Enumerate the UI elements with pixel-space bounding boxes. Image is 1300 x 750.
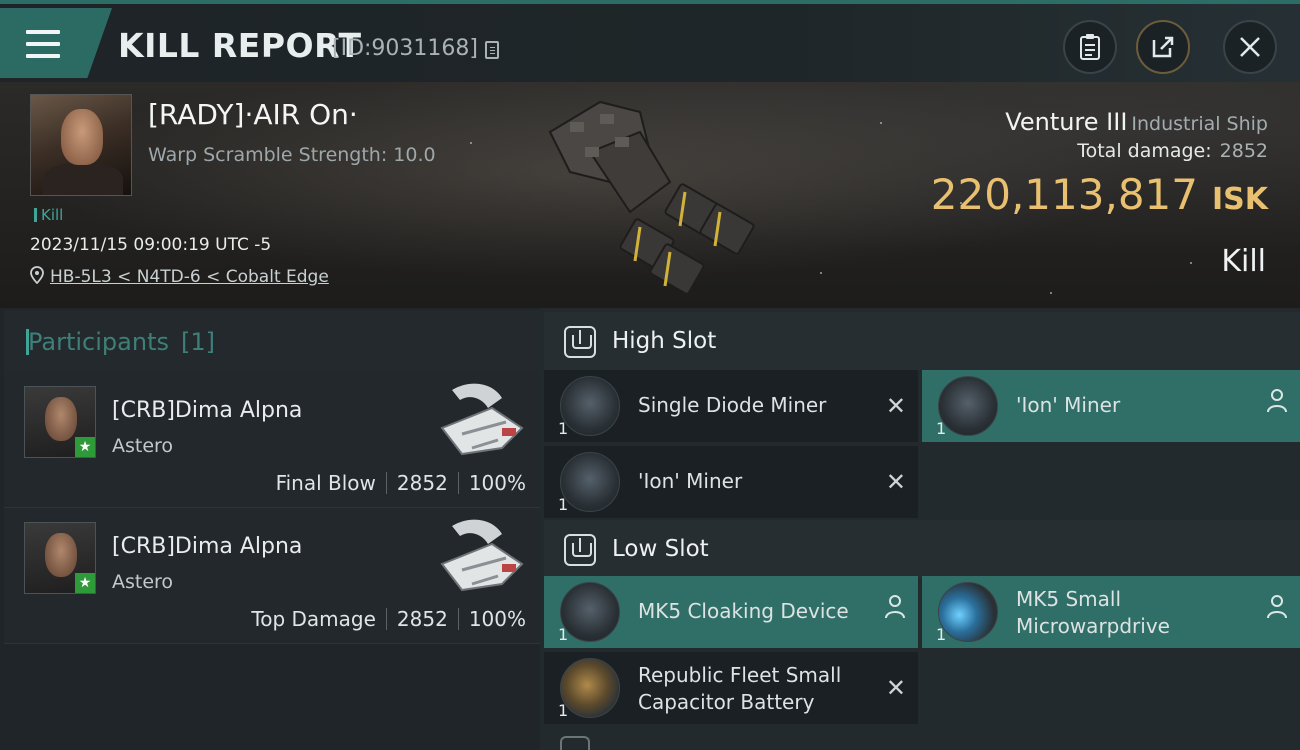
miner-module-icon [560,452,620,512]
clipboard-icon [1080,34,1100,60]
module-item[interactable]: 1 'Ion' Miner [922,370,1300,442]
isk-value: 220,113,817 ISK [931,170,1268,219]
miner-module-icon [938,376,998,436]
participant-stats: Final Blow 2852 100% [276,471,526,495]
participant-percent: 100% [468,607,526,631]
hamburger-icon [26,30,60,58]
low-slot-label: Low Slot [612,536,709,562]
star-icon: ★ [75,573,95,593]
cloaking-device-icon [560,582,620,642]
location-link[interactable]: HB-5L3 < N4TD-6 < Cobalt Edge [50,267,329,287]
participants-title: Participants [1] [26,328,215,356]
close-icon [1240,37,1260,57]
participant-avatar[interactable]: ★ [24,522,96,594]
participant-ship-icon [440,519,524,592]
module-item[interactable]: 1 Single Diode Miner ✕ [544,370,918,442]
top-bar: KILL REPORT [ID:9031168] [0,0,1300,82]
participant-avatar[interactable]: ★ [24,386,96,458]
participants-count: [1] [180,328,215,356]
module-name: 'Ion' Miner [638,469,743,493]
ship-class: Industrial Ship [1131,113,1268,135]
kill-location[interactable]: HB-5L3 < N4TD-6 < Cobalt Edge [30,266,329,287]
kill-datetime: 2023/11/15 09:00:19 UTC -5 [30,235,272,255]
mid-slot-icon [560,736,590,750]
module-item[interactable]: 1 MK5 Small Microwarpdrive [922,576,1300,648]
capacitor-battery-icon [560,658,620,718]
participant-row[interactable]: ★ [CRB]Dima Alpna Astero Final Blow 2852 1… [4,372,540,508]
kill-result: Kill [1221,244,1266,279]
victim-name[interactable]: [RADY]·AIR On· [148,98,358,131]
participant-row[interactable]: ★ [CRB]Dima Alpna Astero Top Damage 2852 1… [4,508,540,644]
low-slot-icon [564,534,596,566]
miner-module-icon [560,376,620,436]
total-damage-value: 2852 [1219,140,1268,162]
victim-ship-image [548,100,755,295]
microwarpdrive-icon [938,582,998,642]
share-button[interactable] [1136,20,1190,74]
destroyed-icon: ✕ [885,468,906,496]
location-pin-icon [30,266,44,285]
victim-avatar[interactable] [30,94,132,196]
kill-tag: Kill [34,206,63,224]
participant-ship: Astero [112,435,174,457]
module-quantity: 1 [936,625,947,644]
close-button[interactable] [1223,20,1277,74]
low-slot-header: Low Slot [544,520,1300,578]
module-quantity: 1 [558,495,569,514]
participant-ship-icon [440,383,524,456]
participant-name: [CRB]Dima Alpna [112,398,303,423]
module-item[interactable]: 1 'Ion' Miner ✕ [544,446,918,518]
total-damage-label: Total damage: [1077,140,1212,162]
participant-role: Final Blow [275,471,376,495]
module-name: MK5 Cloaking Device [638,599,849,623]
report-id: [ID:9031168] [332,36,478,61]
participant-role: Top Damage [251,607,376,631]
destroyed-icon: ✕ [885,674,906,702]
isk-amount: 220,113,817 [930,170,1198,219]
copy-icon[interactable] [485,41,499,59]
share-icon [1152,36,1174,58]
pilot-icon [1267,389,1287,413]
participant-stats: Top Damage 2852 100% [251,607,526,631]
high-slot-label: High Slot [612,328,717,354]
participant-percent: 100% [468,471,526,495]
module-name: MK5 Small Microwarpdrive [1016,587,1170,638]
participants-panel: Participants [1] ★ [CRB]Dima Alpna Astero… [0,308,540,750]
clipboard-button[interactable] [1063,20,1117,74]
destroyed-icon: ✕ [885,392,906,420]
module-name: Single Diode Miner [638,393,827,417]
module-name: Republic Fleet Small Capacitor Battery [638,663,842,714]
module-quantity: 1 [936,419,947,438]
participant-damage: 2852 [396,607,448,631]
isk-unit: ISK [1211,182,1268,217]
module-quantity: 1 [558,701,569,720]
warp-scramble-strength: Warp Scramble Strength: 10.0 [148,144,436,166]
module-quantity: 1 [558,625,569,644]
module-item[interactable]: 1 Republic Fleet Small Capacitor Battery… [544,652,918,724]
menu-button[interactable] [0,8,112,78]
participant-name: [CRB]Dima Alpna [112,534,303,559]
victim-ship[interactable]: Venture III Industrial Ship [1005,108,1268,136]
module-name: 'Ion' Miner [1016,393,1121,417]
page-title: KILL REPORT [118,26,362,65]
fitting-panel: High Slot 1 Single Diode Miner ✕ 1 'Ion'… [540,308,1300,750]
total-damage: Total damage: 2852 [1077,140,1268,162]
participant-damage: 2852 [396,471,448,495]
high-slot-header: High Slot [544,312,1300,370]
pilot-icon [1267,595,1287,619]
participants-header: Participants [1] [4,310,540,372]
module-quantity: 1 [558,419,569,438]
high-slot-icon [564,326,596,358]
participant-ship: Astero [112,571,174,593]
ship-name: Venture III [1005,108,1128,136]
pilot-icon [885,595,905,619]
star-icon: ★ [75,437,95,457]
module-item[interactable]: 1 MK5 Cloaking Device [544,576,918,648]
